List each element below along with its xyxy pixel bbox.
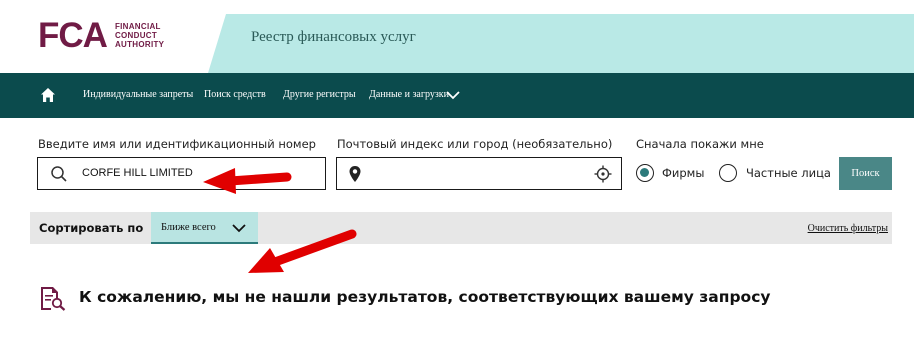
fca-logo[interactable]: FCA FINANCIAL CONDUCT AUTHORITY bbox=[38, 18, 164, 53]
clear-filters-link[interactable]: Очистить фильтры bbox=[808, 223, 888, 234]
no-results-message: К сожалению, мы не нашли результатов, со… bbox=[79, 288, 771, 306]
radio-individuals[interactable] bbox=[719, 164, 737, 182]
location-pin-icon bbox=[349, 166, 361, 182]
postal-field-label: Почтовый индекс или город (необязательно… bbox=[337, 137, 613, 151]
logo-wordmark: FINANCIAL CONDUCT AUTHORITY bbox=[115, 22, 164, 49]
sort-selected-value: Ближе всего bbox=[161, 222, 216, 233]
site-header: FCA FINANCIAL CONDUCT AUTHORITY Реестр ф… bbox=[0, 0, 914, 73]
logo-line: FINANCIAL bbox=[114, 22, 161, 31]
logo-line: CONDUCT bbox=[114, 31, 158, 40]
radio-firms-label[interactable]: Фирмы bbox=[662, 166, 704, 180]
sort-label: Сортировать по bbox=[39, 221, 144, 235]
chevron-down-icon[interactable] bbox=[446, 90, 460, 100]
search-button[interactable]: Поиск bbox=[839, 157, 892, 190]
locate-me-icon[interactable] bbox=[594, 165, 612, 183]
chevron-down-icon bbox=[232, 224, 246, 233]
no-results-icon bbox=[41, 287, 66, 311]
nav-item-other-registers[interactable]: Другие регистры bbox=[283, 89, 356, 100]
home-icon[interactable] bbox=[40, 87, 56, 103]
show-first-label: Сначала покажи мне bbox=[636, 137, 764, 151]
main-nav: Индивидуальные запреты Поиск средств Дру… bbox=[0, 73, 914, 118]
sort-select[interactable]: Ближе всего bbox=[151, 212, 258, 244]
name-search-input[interactable]: CORFE HILL LIMITED bbox=[37, 157, 326, 190]
nav-item-data-downloads[interactable]: Данные и загрузки bbox=[369, 89, 449, 100]
name-input-value: CORFE HILL LIMITED bbox=[82, 167, 193, 179]
radio-firms[interactable] bbox=[636, 164, 654, 182]
nav-item-individual-bans[interactable]: Индивидуальные запреты bbox=[83, 89, 193, 100]
nav-item-search-funds[interactable]: Поиск средств bbox=[204, 89, 266, 100]
logo-mark: FCA bbox=[38, 16, 108, 55]
sort-bar: Сортировать по Ближе всего Очистить филь… bbox=[30, 212, 892, 244]
radio-individuals-label[interactable]: Частные лица bbox=[746, 166, 831, 180]
postal-code-input[interactable] bbox=[336, 157, 622, 190]
name-field-label: Введите имя или идентификационный номер bbox=[38, 137, 316, 151]
logo-line: AUTHORITY bbox=[114, 40, 165, 49]
search-icon bbox=[51, 166, 67, 182]
register-title[interactable]: Реестр финансовых услуг bbox=[251, 29, 416, 46]
